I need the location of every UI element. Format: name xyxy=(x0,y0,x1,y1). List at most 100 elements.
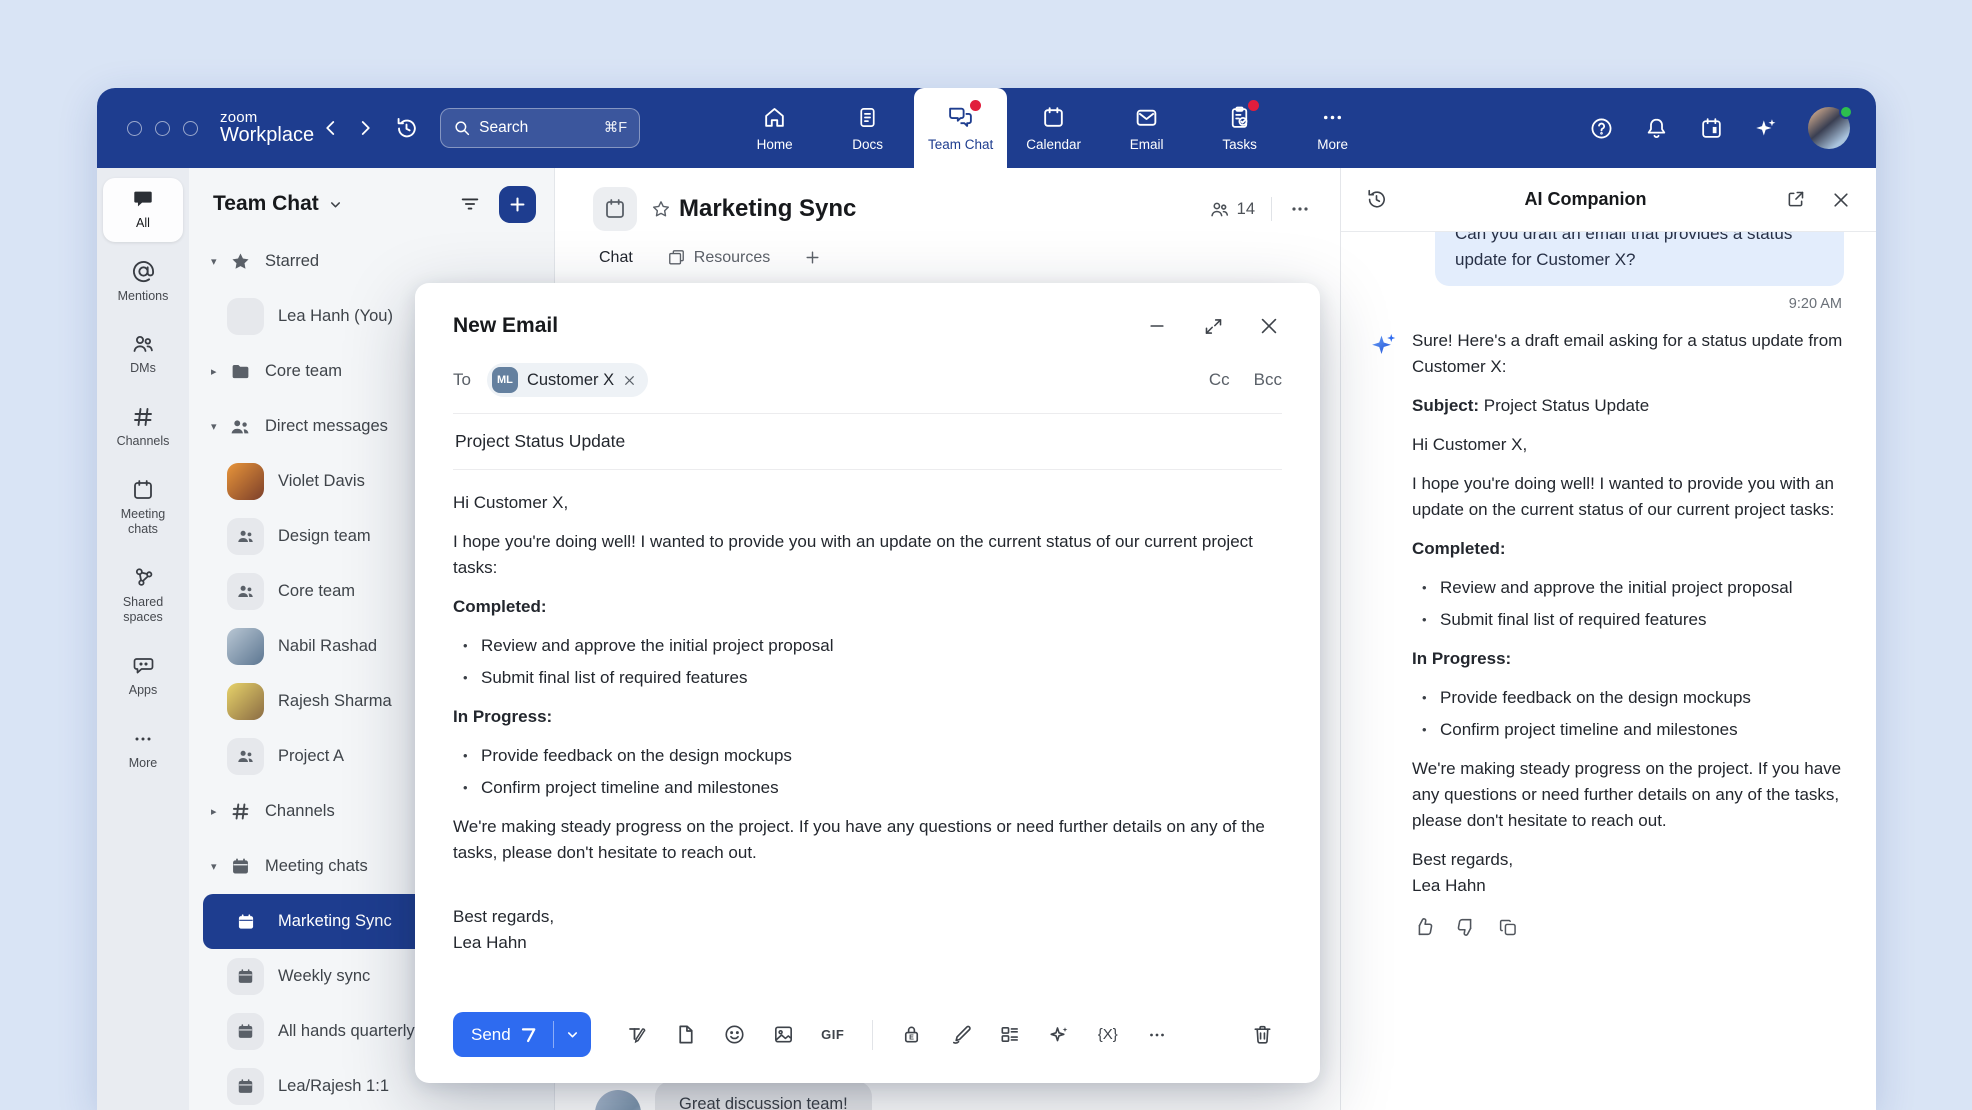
add-tab-button[interactable] xyxy=(804,249,821,266)
tab-more[interactable]: More xyxy=(1286,88,1379,168)
chevron-down-icon[interactable] xyxy=(328,197,343,212)
subject-field[interactable]: Project Status Update xyxy=(453,414,1282,470)
collapse-arrow-icon[interactable]: ▾ xyxy=(211,420,227,433)
encryption-button[interactable]: E xyxy=(892,1015,932,1055)
copy-button[interactable] xyxy=(1496,915,1520,939)
sparkle-icon xyxy=(1047,1023,1071,1047)
channel-more-button[interactable] xyxy=(1288,197,1312,221)
notifications-button[interactable] xyxy=(1643,115,1669,141)
rail-item-meeting-chats[interactable]: Meeting chats xyxy=(103,469,183,548)
window-close-button[interactable] xyxy=(127,121,142,136)
user-avatar[interactable] xyxy=(1808,107,1850,149)
rail-item-mentions[interactable]: Mentions xyxy=(103,251,183,315)
discard-draft-button[interactable] xyxy=(1242,1015,1282,1055)
open-in-new-icon xyxy=(1785,189,1806,210)
list-item: Review and approve the initial project p… xyxy=(1418,575,1852,601)
remove-recipient-button[interactable] xyxy=(623,374,636,387)
collapse-arrow-icon[interactable]: ▾ xyxy=(211,255,227,268)
rail-item-dms[interactable]: DMs xyxy=(103,323,183,387)
member-count[interactable]: 14 xyxy=(1209,199,1255,220)
calendar-today-button[interactable] xyxy=(1698,115,1724,141)
cc-button[interactable]: Cc xyxy=(1209,370,1230,390)
open-in-new-button[interactable] xyxy=(1782,187,1808,213)
desktop-background: zoom Workplace Search ⌘F Home xyxy=(0,0,1972,1110)
sidebar-title[interactable]: Team Chat xyxy=(213,192,319,216)
emoji-button[interactable] xyxy=(715,1015,755,1055)
bcc-button[interactable]: Bcc xyxy=(1254,370,1282,390)
ai-completed-label: Completed: xyxy=(1412,536,1852,562)
message-timestamp: 9:20 AM xyxy=(1369,296,1842,312)
attach-file-button[interactable] xyxy=(666,1015,706,1055)
tab-chat[interactable]: Chat xyxy=(599,249,633,267)
tab-email[interactable]: Email xyxy=(1100,88,1193,168)
recipients-field[interactable]: To ML Customer X Cc Bcc xyxy=(453,363,1282,414)
rail-label: Channels xyxy=(117,434,170,450)
window-zoom-button[interactable] xyxy=(183,121,198,136)
tab-label: Tasks xyxy=(1222,137,1257,152)
close-button[interactable] xyxy=(1256,313,1282,339)
tab-home[interactable]: Home xyxy=(728,88,821,168)
thumbs-down-button[interactable] xyxy=(1454,915,1478,939)
history-button[interactable] xyxy=(388,110,424,146)
template-button[interactable] xyxy=(990,1015,1030,1055)
message-bubble: Great discussion team! xyxy=(655,1081,872,1110)
forward-button[interactable] xyxy=(348,111,382,145)
more-icon xyxy=(1320,105,1345,130)
collapse-arrow-icon[interactable]: ▸ xyxy=(211,805,227,818)
text-format-button[interactable] xyxy=(617,1015,657,1055)
collapse-arrow-icon[interactable]: ▾ xyxy=(211,860,227,873)
variables-button[interactable]: {X} xyxy=(1088,1015,1128,1055)
tab-label: More xyxy=(1317,137,1348,152)
insert-image-button[interactable] xyxy=(764,1015,804,1055)
window-minimize-button[interactable] xyxy=(155,121,170,136)
filter-button[interactable] xyxy=(453,187,487,221)
tab-tasks[interactable]: Tasks xyxy=(1193,88,1286,168)
send-split-button: Send xyxy=(453,1012,591,1057)
ai-compose-button[interactable] xyxy=(1039,1015,1079,1055)
tab-calendar[interactable]: Calendar xyxy=(1007,88,1100,168)
window-controls[interactable] xyxy=(127,121,198,136)
ai-conversation[interactable]: Can you draft an email that provides a s… xyxy=(1341,232,1876,1110)
lock-encrypt-icon: E xyxy=(900,1023,923,1046)
thumbs-down-icon xyxy=(1455,916,1477,938)
trash-icon xyxy=(1251,1023,1274,1046)
expand-button[interactable] xyxy=(1200,313,1226,339)
rail-item-channels[interactable]: Channels xyxy=(103,396,183,460)
thumbs-up-button[interactable] xyxy=(1412,915,1436,939)
ai-feedback-actions xyxy=(1412,915,1852,939)
star-channel-button[interactable] xyxy=(651,199,671,219)
tab-chat-label: Chat xyxy=(599,249,633,267)
rail-item-all[interactable]: All xyxy=(103,178,183,242)
subject-label: Subject: xyxy=(1412,396,1479,415)
send-options-button[interactable] xyxy=(554,1012,591,1057)
send-button[interactable]: Send xyxy=(453,1012,553,1057)
new-chat-button[interactable] xyxy=(499,186,536,223)
rail-item-shared-spaces[interactable]: Shared spaces xyxy=(103,557,183,636)
sidebar-item-label: Weekly sync xyxy=(278,967,370,986)
ellipsis-icon xyxy=(1146,1024,1168,1046)
signature-button[interactable] xyxy=(941,1015,981,1055)
tab-docs[interactable]: Docs xyxy=(821,88,914,168)
recipient-chip[interactable]: ML Customer X xyxy=(487,363,648,397)
search-input[interactable]: Search ⌘F xyxy=(440,108,640,148)
tab-team-chat[interactable]: Team Chat xyxy=(914,88,1007,168)
ai-history-button[interactable] xyxy=(1363,187,1389,213)
sidebar-item-label: Violet Davis xyxy=(278,472,365,491)
email-body-editor[interactable]: Hi Customer X, I hope you're doing well!… xyxy=(453,470,1282,1000)
rail-item-more[interactable]: More xyxy=(103,718,183,782)
image-icon xyxy=(772,1023,795,1046)
sidebar-group-starred[interactable]: ▾ Starred xyxy=(203,234,540,289)
rail-item-apps[interactable]: Apps xyxy=(103,645,183,709)
minimize-button[interactable] xyxy=(1144,313,1170,339)
ai-companion-button[interactable] xyxy=(1753,115,1779,141)
ai-in-progress-label: In Progress: xyxy=(1412,646,1852,672)
close-icon xyxy=(1258,315,1280,337)
rail-label: Shared spaces xyxy=(105,595,181,626)
tab-resources[interactable]: Resources xyxy=(667,248,770,267)
collapse-arrow-icon[interactable]: ▸ xyxy=(211,365,227,378)
gif-button[interactable]: GIF xyxy=(813,1015,853,1055)
toolbar-more-button[interactable] xyxy=(1137,1015,1177,1055)
help-button[interactable] xyxy=(1588,115,1614,141)
back-button[interactable] xyxy=(314,111,348,145)
close-panel-button[interactable] xyxy=(1828,187,1854,213)
